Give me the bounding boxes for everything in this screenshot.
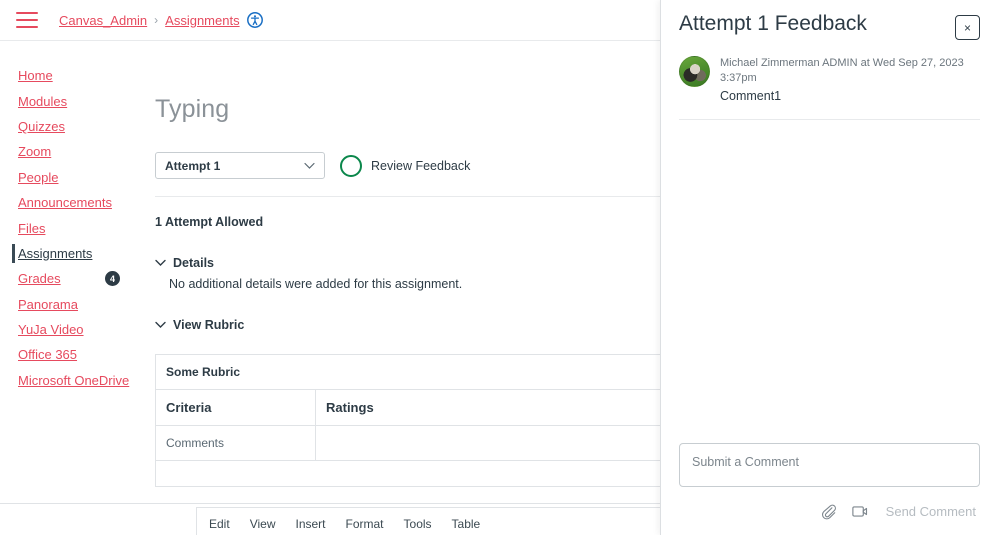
rubric-footer-cell	[155, 460, 661, 487]
menu-insert[interactable]: Insert	[295, 517, 325, 531]
editor-menubar: Edit View Insert Format Tools Table	[197, 508, 661, 535]
rubric-container: Some Rubric Criteria Ratings Comments	[155, 354, 661, 487]
breadcrumb-separator: ›	[154, 13, 159, 27]
attempt-select-value: Attempt 1	[165, 158, 221, 173]
sidebar-item-office-365[interactable]: Office 365	[0, 342, 150, 367]
page-body: Home Modules Quizzes Zoom People Announc…	[0, 41, 661, 535]
sidebar-item-modules[interactable]: Modules	[0, 88, 150, 113]
comment-composer: Send Comment	[661, 443, 998, 535]
feedback-tray-header: Attempt 1 Feedback ×	[661, 0, 998, 40]
rubric-title: Some Rubric	[155, 354, 661, 390]
sidebar-item-assignments[interactable]: Assignments	[0, 241, 150, 266]
canvas-assignment-page: Canvas_Admin › Assignments Home Modules …	[0, 0, 998, 535]
top-breadcrumb-bar: Canvas_Admin › Assignments	[0, 0, 661, 41]
rubric-header-row: Criteria Ratings	[155, 389, 661, 426]
main-region: Canvas_Admin › Assignments Home Modules …	[0, 0, 661, 535]
divider	[155, 196, 661, 197]
composer-actions: Send Comment	[679, 502, 980, 521]
feedback-tray-title: Attempt 1 Feedback	[679, 12, 867, 35]
sidebar-item-label: Microsoft OneDrive	[18, 372, 130, 388]
view-rubric-label: View Rubric	[173, 318, 245, 332]
feedback-comment-list: Michael Zimmerman ADMIN at Wed Sep 27, 2…	[661, 40, 998, 443]
review-feedback-label[interactable]: Review Feedback	[371, 159, 470, 173]
assignment-content: Typing Attempt 1 Review Feedback 1 Attem…	[150, 41, 661, 535]
sidebar-item-label: People	[18, 169, 59, 185]
sidebar-item-files[interactable]: Files	[0, 215, 150, 240]
menu-view[interactable]: View	[250, 517, 276, 531]
sidebar-item-label: Modules	[18, 93, 68, 109]
rubric-column-criteria: Criteria	[155, 389, 316, 426]
rubric-footer-row	[155, 460, 661, 487]
sidebar-item-home[interactable]: Home	[0, 63, 150, 88]
breadcrumb-item-assignments[interactable]: Assignments	[165, 13, 239, 28]
sidebar-item-label: Files	[18, 220, 46, 236]
course-navigation: Home Modules Quizzes Zoom People Announc…	[0, 41, 150, 535]
rubric-ratings-value	[315, 425, 661, 461]
rubric-criteria-value: Comments	[155, 425, 316, 461]
breadcrumb-item-course[interactable]: Canvas_Admin	[59, 13, 147, 28]
comment-input[interactable]	[679, 443, 980, 487]
record-media-icon[interactable]	[851, 503, 868, 520]
page-title: Typing	[155, 95, 230, 123]
attempt-row: Attempt 1 Review Feedback	[155, 152, 661, 179]
sidebar-item-label: Office 365	[18, 347, 78, 363]
details-body: No additional details were added for thi…	[169, 277, 463, 291]
rubric-column-ratings: Ratings	[315, 389, 661, 426]
chevron-down-icon	[155, 259, 166, 267]
accessibility-icon[interactable]	[246, 12, 263, 28]
send-comment-button[interactable]: Send Comment	[882, 502, 980, 521]
attempt-select[interactable]: Attempt 1	[155, 152, 325, 179]
sidebar-item-people[interactable]: People	[0, 165, 150, 190]
sidebar-item-label: Grades	[18, 271, 61, 287]
menu-table[interactable]: Table	[452, 517, 481, 531]
sidebar-item-quizzes[interactable]: Quizzes	[0, 114, 150, 139]
view-rubric-toggle[interactable]: View Rubric	[155, 318, 661, 332]
grades-badge: 4	[105, 271, 120, 287]
sidebar-item-announcements[interactable]: Announcements	[0, 190, 150, 215]
comment-author-meta: Michael Zimmerman ADMIN at Wed Sep 27, 2…	[720, 57, 964, 84]
sidebar-item-label: Zoom	[18, 144, 52, 160]
chevron-down-icon	[155, 321, 166, 329]
bottom-divider	[0, 503, 661, 504]
feedback-tray: Attempt 1 Feedback × Michael Zimmerman A…	[660, 0, 998, 535]
rubric-title-row: Some Rubric	[155, 354, 661, 390]
rubric-table: Some Rubric Criteria Ratings Comments	[155, 354, 661, 487]
close-icon[interactable]: ×	[955, 15, 980, 40]
details-heading: Details	[173, 256, 214, 270]
avatar	[679, 56, 710, 87]
hamburger-menu-icon[interactable]	[16, 12, 38, 28]
rich-content-editor: Edit View Insert Format Tools Table 12pt…	[196, 507, 661, 535]
sidebar-item-label: YuJa Video	[18, 322, 84, 338]
sidebar-item-yuja-video[interactable]: YuJa Video	[0, 317, 150, 342]
breadcrumb: Canvas_Admin › Assignments	[59, 12, 263, 28]
attempts-allowed-text: 1 Attempt Allowed	[155, 215, 264, 229]
sidebar-item-zoom[interactable]: Zoom	[0, 139, 150, 164]
menu-format[interactable]: Format	[346, 517, 384, 531]
review-status-icon	[340, 154, 362, 177]
sidebar-item-panorama[interactable]: Panorama	[0, 292, 150, 317]
chevron-down-icon	[304, 162, 315, 170]
sidebar-item-label: Panorama	[18, 296, 78, 312]
sidebar-item-microsoft-onedrive[interactable]: Microsoft OneDrive	[0, 368, 150, 393]
comment-text: Comment1	[720, 88, 782, 103]
sidebar-item-grades[interactable]: Grades 4	[0, 266, 150, 291]
menu-tools[interactable]: Tools	[404, 517, 432, 531]
sidebar-item-label: Home	[18, 68, 53, 84]
paperclip-icon[interactable]	[820, 503, 837, 520]
menu-edit[interactable]: Edit	[209, 517, 230, 531]
details-toggle[interactable]: Details	[155, 256, 661, 270]
sidebar-item-label: Assignments	[18, 245, 93, 261]
sidebar-item-label: Announcements	[18, 195, 112, 211]
comment-content: Michael Zimmerman ADMIN at Wed Sep 27, 2…	[720, 56, 980, 103]
list-item: Michael Zimmerman ADMIN at Wed Sep 27, 2…	[679, 56, 980, 120]
sidebar-item-label: Quizzes	[18, 118, 65, 134]
table-row: Comments	[155, 425, 661, 461]
